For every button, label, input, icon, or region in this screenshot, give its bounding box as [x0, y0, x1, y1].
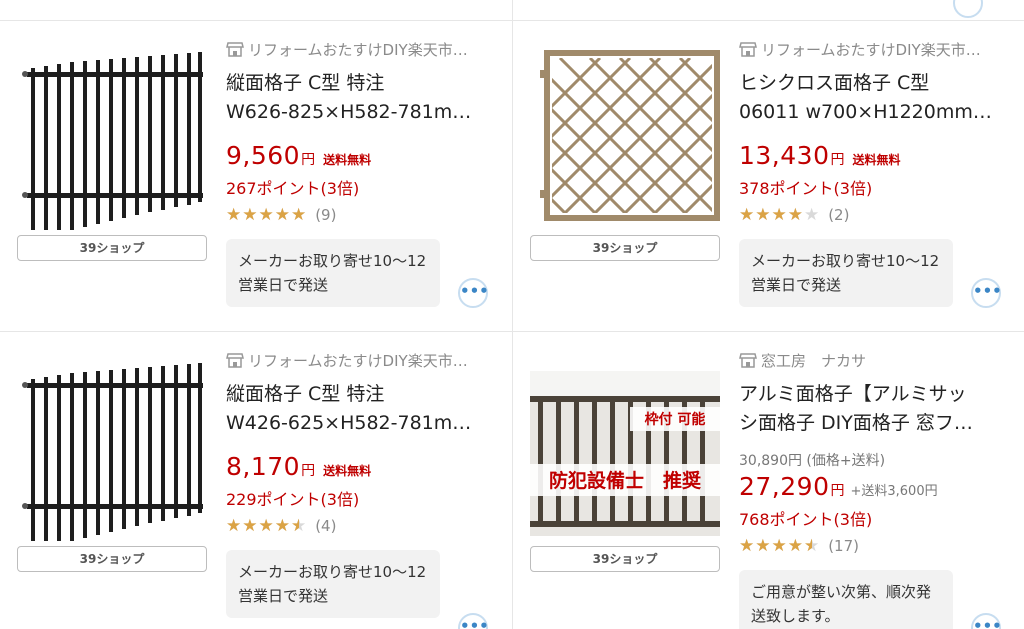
review-count: (9)	[315, 206, 337, 224]
store-icon	[226, 353, 244, 368]
shipping-badge: 送料無料	[323, 153, 372, 167]
currency: 円	[301, 463, 316, 479]
title-line: 縦面格子 C型 特注	[226, 72, 385, 94]
more-options-button-partial[interactable]	[953, 0, 983, 18]
shipping-fee: +送料3,600円	[850, 484, 938, 499]
price-row: 13,430 円 送料無料	[739, 141, 1009, 171]
shop-name-label: 窓工房 ナカサ	[761, 351, 867, 370]
title-line: W626-825×H582-781m…	[226, 101, 472, 123]
store-icon	[739, 353, 757, 368]
shop-tag: 39ショップ	[17, 235, 207, 261]
product-card[interactable]: 枠付 可能 防犯設備士 推奨 39ショップ 窓工房 ナカサ アルミ面格子【アルミ…	[513, 331, 1024, 629]
product-title[interactable]: ヒシクロス面格子 C型 06011 w700×H1220mm…	[739, 69, 1009, 127]
title-line: ヒシクロス面格子 C型	[739, 72, 930, 94]
more-options-button[interactable]: •••	[971, 278, 1002, 308]
shipping-badge: 送料無料	[323, 464, 372, 478]
product-title[interactable]: 縦面格子 C型 特注 W426-625×H582-781m…	[226, 380, 496, 438]
review-count: (4)	[315, 517, 337, 535]
product-info: リフォームおたすけDIY楽天市… 縦面格子 C型 特注 W626-825×H58…	[226, 38, 496, 307]
star-rating-icon: ★★★★★ ★★★★★	[739, 205, 821, 225]
star-rating-icon: ★★★★★ ★★★★★	[226, 516, 308, 536]
rating[interactable]: ★★★★★ ★★★★★ (17)	[739, 536, 1009, 556]
title-line: 縦面格子 C型 特注	[226, 383, 385, 405]
points: 768ポイント(3倍)	[739, 510, 873, 529]
shop-name[interactable]: リフォームおたすけDIY楽天市…	[739, 38, 1009, 60]
delivery-info: メーカーお取り寄せ10〜12営業日で発送	[226, 239, 440, 307]
shop-name[interactable]: リフォームおたすけDIY楽天市…	[226, 38, 496, 60]
review-count: (2)	[828, 206, 850, 224]
store-icon	[739, 42, 757, 57]
shop-name[interactable]: 窓工房 ナカサ	[739, 349, 1009, 371]
currency: 円	[830, 483, 845, 499]
product-card[interactable]: 39ショップ リフォームおたすけDIY楽天市… 縦面格子 C型 特注 W426-…	[0, 331, 512, 629]
shop-tag: 39ショップ	[530, 546, 720, 572]
rating[interactable]: ★★★★★ ★★★★★ (4)	[226, 516, 496, 536]
price: 8,170	[226, 452, 301, 481]
store-icon	[226, 42, 244, 57]
badge-text: 枠付 可能	[645, 411, 706, 428]
currency: 円	[301, 152, 316, 168]
delivery-info: メーカーお取り寄せ10〜12営業日で発送	[226, 550, 440, 618]
shop-tag: 39ショップ	[530, 235, 720, 261]
shop-name-label: リフォームおたすけDIY楽天市…	[248, 351, 468, 370]
shop-name-label: リフォームおたすけDIY楽天市…	[761, 40, 981, 59]
product-title[interactable]: 縦面格子 C型 特注 W626-825×H582-781m…	[226, 69, 496, 127]
product-image-vertical-lattice[interactable]	[17, 40, 207, 230]
shop-name-label: リフォームおたすけDIY楽天市…	[248, 40, 468, 59]
shipping-badge: 送料無料	[852, 153, 901, 167]
product-image-vertical-lattice[interactable]	[17, 351, 207, 541]
shop-tag: 39ショップ	[17, 546, 207, 572]
title-line: W426-625×H582-781m…	[226, 412, 472, 434]
product-card[interactable]: 39ショップ リフォームおたすけDIY楽天市… 縦面格子 C型 特注 W626-…	[0, 20, 512, 331]
price: 13,430	[739, 141, 830, 170]
title-line: 06011 w700×H1220mm…	[739, 101, 992, 123]
price-row: 9,560 円 送料無料	[226, 141, 496, 171]
banner-text: 防犯設備士 推奨	[549, 469, 702, 492]
price-row: 8,170 円 送料無料	[226, 452, 496, 482]
review-count: (17)	[828, 537, 859, 555]
original-price: 30,890円 (価格+送料)	[739, 453, 886, 469]
more-options-button[interactable]: •••	[458, 278, 489, 308]
search-results-grid: 39ショップ リフォームおたすけDIY楽天市… 縦面格子 C型 特注 W626-…	[0, 0, 1024, 629]
rating[interactable]: ★★★★★ ★★★★★ (9)	[226, 205, 496, 225]
points: 378ポイント(3倍)	[739, 179, 873, 198]
product-card[interactable]: 39ショップ リフォームおたすけDIY楽天市… ヒシクロス面格子 C型 0601…	[513, 20, 1024, 331]
points: 267ポイント(3倍)	[226, 179, 360, 198]
title-line: シ面格子 DIY面格子 窓フ…	[739, 412, 973, 434]
delivery-info: ご用意が整い次第、順次発送致します。	[739, 570, 953, 629]
product-title[interactable]: アルミ面格子【アルミサッ シ面格子 DIY面格子 窓フ…	[739, 380, 1009, 438]
star-rating-icon: ★★★★★ ★★★★★	[739, 536, 821, 556]
product-info: 窓工房 ナカサ アルミ面格子【アルミサッ シ面格子 DIY面格子 窓フ… 30,…	[739, 349, 1009, 629]
shop-name[interactable]: リフォームおたすけDIY楽天市…	[226, 349, 496, 371]
price: 9,560	[226, 141, 301, 170]
title-line: アルミ面格子【アルミサッ	[739, 383, 967, 405]
product-info: リフォームおたすけDIY楽天市… ヒシクロス面格子 C型 06011 w700×…	[739, 38, 1009, 307]
currency: 円	[830, 152, 845, 168]
star-rating-icon: ★★★★★ ★★★★★	[226, 205, 308, 225]
product-image-diamond-lattice[interactable]	[530, 40, 720, 230]
delivery-info: メーカーお取り寄せ10〜12営業日で発送	[739, 239, 953, 307]
price-row: 27,290 円 +送料3,600円	[739, 472, 1009, 502]
rating[interactable]: ★★★★★ ★★★★★ (2)	[739, 205, 1009, 225]
product-image-aluminum-lattice[interactable]: 枠付 可能 防犯設備士 推奨	[530, 351, 720, 541]
points: 229ポイント(3倍)	[226, 490, 360, 509]
price: 27,290	[739, 472, 830, 501]
product-info: リフォームおたすけDIY楽天市… 縦面格子 C型 特注 W426-625×H58…	[226, 349, 496, 618]
